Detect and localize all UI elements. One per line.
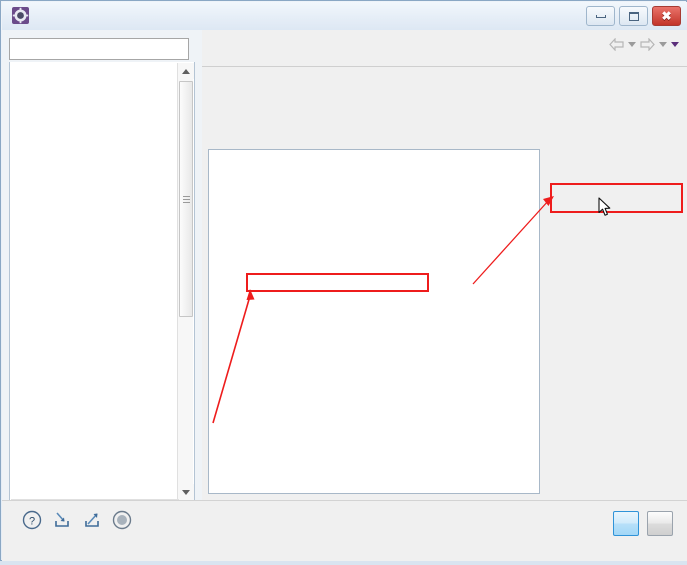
back-icon[interactable] bbox=[609, 37, 624, 52]
record-icon[interactable] bbox=[112, 510, 132, 533]
close-button[interactable]: ✖ bbox=[652, 6, 681, 26]
scroll-thumb[interactable] bbox=[179, 81, 193, 317]
back-dropdown-icon[interactable] bbox=[628, 42, 636, 47]
preferences-sidebar bbox=[9, 35, 195, 520]
search-input[interactable] bbox=[9, 38, 189, 60]
preferences-dialog: ✖ ? bbox=[0, 0, 687, 561]
window-controls: ✖ bbox=[586, 6, 681, 26]
sidebar-vertical-scrollbar[interactable] bbox=[177, 63, 194, 500]
forward-icon[interactable] bbox=[640, 37, 655, 52]
page-nav-controls bbox=[609, 37, 679, 52]
cancel-button[interactable] bbox=[647, 511, 673, 536]
export-icon[interactable] bbox=[82, 510, 102, 533]
forward-dropdown-icon[interactable] bbox=[659, 42, 667, 47]
preferences-tree[interactable] bbox=[9, 62, 195, 517]
svg-text:?: ? bbox=[29, 516, 35, 528]
dialog-content: ? bbox=[2, 30, 687, 561]
footer-buttons bbox=[613, 511, 673, 536]
maximize-button[interactable] bbox=[619, 6, 648, 26]
maximize-icon bbox=[628, 11, 639, 21]
close-icon: ✖ bbox=[661, 9, 672, 23]
grip-icon bbox=[182, 195, 190, 203]
import-icon[interactable] bbox=[52, 510, 72, 533]
user-libraries-tree[interactable] bbox=[208, 149, 540, 494]
title-bar: ✖ bbox=[2, 2, 687, 30]
user-libraries-page bbox=[202, 30, 687, 528]
preferences-gear-icon bbox=[12, 7, 29, 24]
footer-icons: ? bbox=[22, 510, 132, 533]
dialog-footer: ? bbox=[2, 500, 687, 561]
page-header bbox=[202, 30, 687, 67]
minimize-icon bbox=[595, 14, 606, 18]
help-icon[interactable]: ? bbox=[22, 510, 42, 533]
scroll-up-button[interactable] bbox=[178, 63, 194, 79]
minimize-button[interactable] bbox=[586, 6, 615, 26]
apply-and-close-button[interactable] bbox=[613, 511, 639, 536]
scroll-down-button[interactable] bbox=[178, 484, 194, 500]
view-menu-icon[interactable] bbox=[671, 42, 679, 47]
